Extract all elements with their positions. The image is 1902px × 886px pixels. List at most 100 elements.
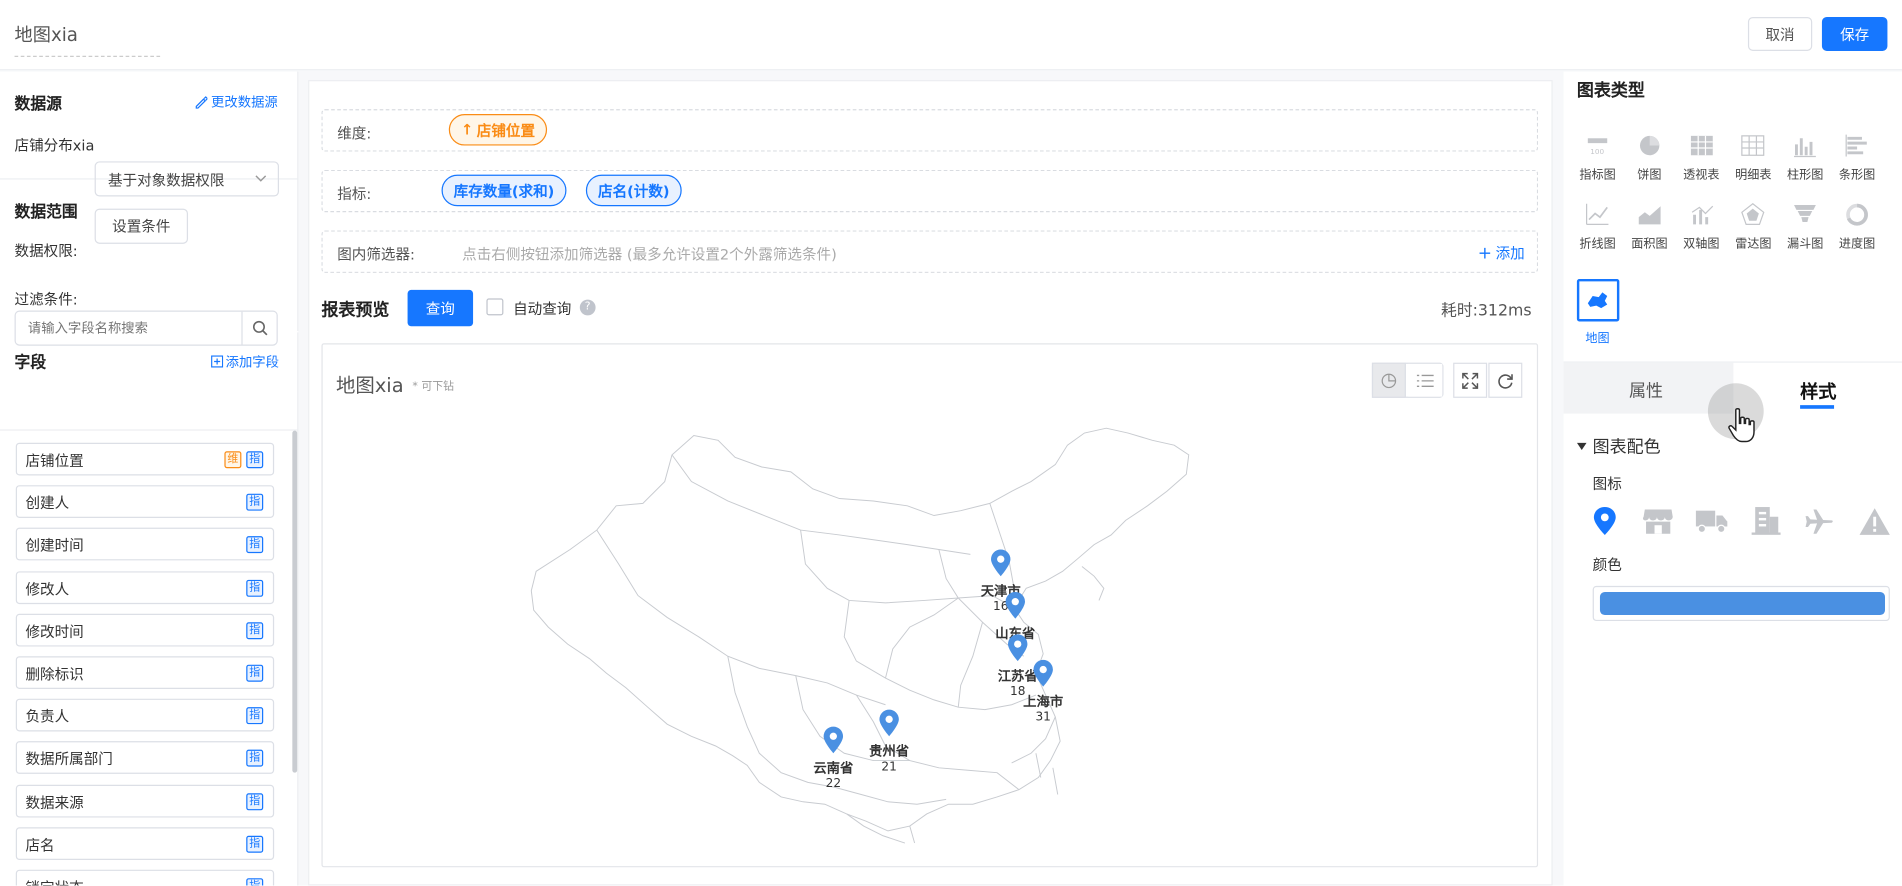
building-icon[interactable] [1751,507,1781,535]
field-search [14,310,278,346]
field-item[interactable]: 修改人 指 [15,570,275,604]
shop-icon[interactable] [1642,508,1674,535]
svg-text:100: 100 [1590,147,1604,156]
chart-type-bar-chart[interactable]: 条形图 [1833,133,1882,182]
chart-type-progress[interactable]: 进度图 [1833,203,1882,251]
dimension-pill-label: 店铺位置 [476,121,536,139]
field-item-label: 修改时间 [25,623,84,641]
chart-type-radar[interactable]: 雷达图 [1729,203,1778,252]
edit-icon [195,95,208,109]
chart-type-funnel[interactable]: 漏斗图 [1781,203,1830,251]
table-view-toggle[interactable] [1408,363,1443,397]
metric-tag[interactable]: 指 [246,493,264,511]
map-marker-label: 云南省 [813,760,853,777]
chart-type-dual-axis[interactable]: 双轴图 [1677,203,1726,251]
color-picker[interactable] [1592,585,1890,622]
chart-type-detail-table[interactable]: 明细表 [1729,133,1778,182]
save-button[interactable]: 保存 [1821,16,1888,51]
field-item[interactable]: 店名 指 [15,827,275,860]
refresh-button[interactable] [1488,362,1523,398]
chart-type-label: 指标图 [1579,168,1616,182]
metric-pill[interactable]: 库存数量(求和) [441,174,567,207]
filter-placeholder: 点击右侧按钮添加筛选器 (最多允许设置2个外露筛选条件) [462,246,837,264]
metric-tag[interactable]: 指 [246,707,264,725]
warning-icon[interactable] [1858,507,1891,536]
field-item[interactable]: 创建人 指 [15,485,275,519]
hand-cursor-icon [1728,407,1755,443]
metric-tag[interactable]: 指 [246,451,264,469]
metric-tag[interactable]: 指 [246,536,264,554]
field-item[interactable]: 创建时间 指 [15,528,275,561]
field-item[interactable]: 修改时间 指 [15,613,275,647]
field-item[interactable]: 数据来源 指 [15,784,275,818]
report-preview-title: 报表预览 [321,300,390,321]
map-marker-value: 21 [881,759,896,773]
metric-row[interactable]: 指标: 库存数量(求和) 店名(计数) [321,169,1539,213]
search-button[interactable] [241,311,276,345]
add-field-link[interactable]: 添加字段 [211,352,279,371]
chart-type-label: 条形图 [1838,168,1876,182]
metric-pill[interactable]: 店名(计数) [585,174,682,207]
map-pin-dot [1014,640,1022,648]
metric-tag[interactable]: 指 [246,792,264,810]
field-search-input[interactable] [15,311,235,345]
map-pin-dot [997,555,1005,563]
fullscreen-button[interactable] [1453,362,1488,398]
metric-tag[interactable]: 指 [246,835,264,853]
search-icon [252,320,267,336]
funnel-icon [1794,204,1817,222]
airplane-icon[interactable] [1805,507,1834,536]
map-marker[interactable]: 江苏省18 [998,634,1038,698]
cancel-button[interactable]: 取消 [1747,16,1813,51]
field-item[interactable]: 负责人 指 [15,698,275,732]
field-item-label: 创建时间 [25,537,84,555]
radar-icon [1741,203,1765,226]
chart-type-pivot-table[interactable]: 透视表 [1677,133,1726,182]
location-pin-icon[interactable] [1591,506,1618,538]
metric-tag[interactable]: 指 [246,622,264,640]
tab-attributes[interactable]: 属性 [1629,378,1663,402]
field-list-scrollbar[interactable] [292,430,298,773]
truck-icon[interactable] [1695,509,1729,534]
field-item[interactable]: 删除标识 指 [15,656,275,689]
metric-tag[interactable]: 指 [246,664,264,682]
chart-type-pie[interactable]: 饼图 [1625,133,1674,182]
field-item[interactable]: 数据所属部门 指 [15,741,275,775]
pie-icon [1639,135,1660,156]
change-datasource-label: 更改数据源 [211,94,278,111]
help-icon[interactable]: ? [579,299,596,316]
china-map[interactable]: 天津市16山东省江苏省18上海市31贵州省21云南省22 [522,418,1201,855]
metric-tag[interactable]: 指 [246,579,264,597]
metric-tag[interactable]: 指 [246,750,264,768]
field-item[interactable]: 锁定状态 指 [15,869,275,886]
map-marker[interactable]: 贵州省21 [869,709,909,774]
map-pin-dot [1011,598,1019,606]
map-marker-value: 22 [826,776,841,790]
report-title-input[interactable]: 地图xia [14,22,161,58]
chart-type-label: 雷达图 [1735,237,1772,252]
set-condition-button[interactable]: 设置条件 [94,208,189,244]
add-filter-label: 添加 [1495,245,1525,263]
chart-type-area-chart[interactable]: 面积图 [1625,203,1674,251]
indicator-icon: 100 [1587,138,1608,156]
add-filter-button[interactable]: + 添加 [1478,243,1525,264]
dimension-tag[interactable]: 维 [224,451,242,469]
chart-view-toggle[interactable] [1371,362,1406,398]
chart-type-map[interactable]: 地图 [1573,289,1622,346]
query-button[interactable]: 查询 [407,289,474,327]
chart-color-section[interactable]: 图表配色 [1576,434,1661,458]
chart-type-line-chart[interactable]: 折线图 [1573,203,1622,251]
field-item[interactable]: 店铺位置 维指 [15,442,275,476]
dimension-pill[interactable]: ↑ 店铺位置 [448,114,548,146]
chart-type-indicator[interactable]: 100 指标图 [1573,133,1622,182]
field-item-label: 负责人 [25,708,70,726]
tab-style[interactable]: 样式 [1800,378,1836,403]
metric-tag[interactable]: 指 [246,878,264,886]
auto-query-checkbox[interactable] [486,298,504,316]
drill-hint: * 可下钻 [412,380,455,394]
field-item-label: 店铺位置 [25,452,84,470]
permission-select[interactable]: 基于对象数据权限 [94,161,279,197]
dimension-row[interactable]: 维度: ↑ 店铺位置 [321,109,1539,152]
change-datasource-link[interactable]: 更改数据源 [194,92,278,111]
chart-type-column-chart[interactable]: 柱形图 [1781,133,1830,182]
